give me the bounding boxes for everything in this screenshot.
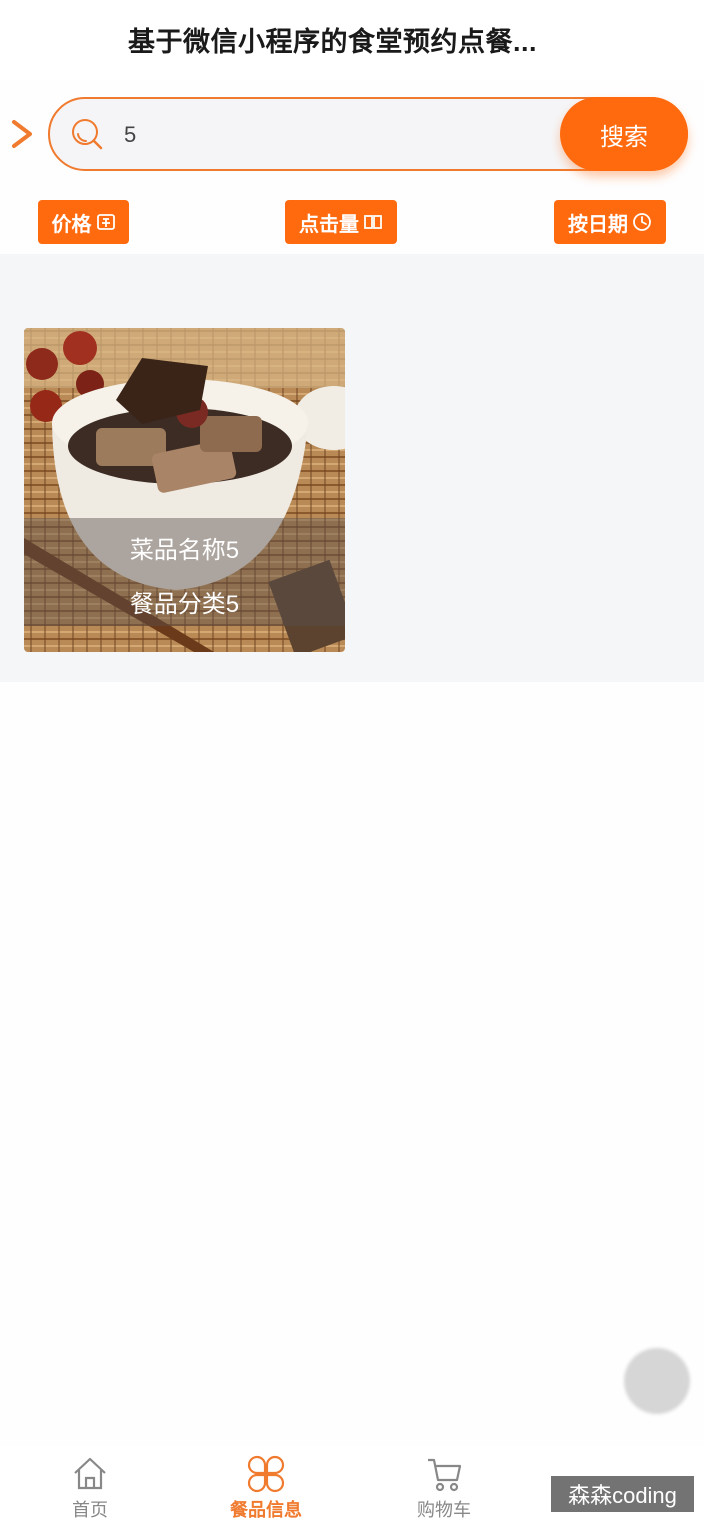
search-input[interactable] (124, 117, 544, 153)
clover-grid-icon (247, 1455, 285, 1493)
tab-home[interactable]: 首页 (30, 1454, 150, 1524)
chevron-right-icon[interactable] (8, 118, 36, 150)
price-tag-icon (96, 214, 115, 230)
sort-clicks-label: 点击量 (299, 213, 359, 236)
watermark: 森森coding (551, 1476, 694, 1512)
dish-category: 餐品分类5 (129, 591, 240, 618)
book-icon (364, 215, 382, 229)
search-icon (72, 119, 103, 150)
tab-dishes-label: 餐品信息 (230, 1500, 302, 1520)
dish-card[interactable]: 菜品名称5 餐品分类5 (24, 328, 345, 652)
tab-home-label: 首页 (72, 1500, 108, 1520)
page-title: 基于微信小程序的食堂预约点餐... (128, 27, 538, 57)
sort-date-label: 按日期 (568, 213, 628, 236)
sort-price-button[interactable]: 价格 (38, 200, 129, 244)
dish-name: 菜品名称5 (129, 537, 240, 564)
sort-date-button[interactable]: 按日期 (554, 200, 666, 244)
sort-price-label: 价格 (51, 213, 92, 236)
search-button[interactable]: 搜索 (560, 97, 688, 171)
home-icon (74, 1457, 106, 1490)
search-bar: 搜索 (48, 97, 688, 171)
tab-cart[interactable]: 购物车 (384, 1454, 504, 1524)
nav-header: 基于微信小程序的食堂预约点餐... (0, 0, 704, 80)
tab-cart-label: 购物车 (417, 1500, 471, 1520)
floating-action-button[interactable] (624, 1348, 690, 1414)
cart-icon (428, 1458, 462, 1492)
clock-icon (633, 213, 651, 231)
tab-dishes[interactable]: 餐品信息 (206, 1454, 326, 1524)
sort-clicks-button[interactable]: 点击量 (285, 200, 397, 244)
